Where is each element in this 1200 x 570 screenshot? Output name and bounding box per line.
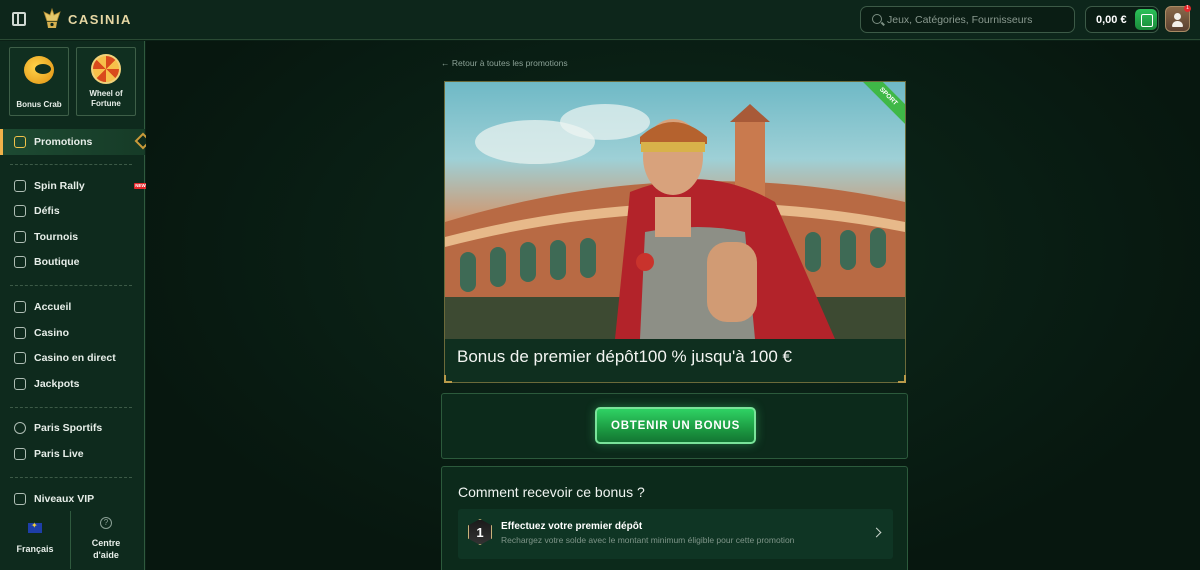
promotions-icon [14, 136, 26, 148]
divider [10, 407, 132, 408]
crown-icon [14, 493, 26, 505]
sidebar-item-label: Paris Sportifs [34, 422, 103, 434]
step-number-icon: 1 [468, 519, 492, 545]
tile-bonus-crab[interactable]: Bonus Crab [9, 47, 69, 116]
sidebar-item-label: Tournois [34, 231, 79, 243]
sidebar-item-boutique[interactable]: Boutique [14, 254, 139, 270]
gladiator-illustration [445, 104, 905, 339]
sidebar-toggle-icon[interactable] [12, 12, 26, 26]
sidebar-item-tournois[interactable]: Tournois [14, 229, 139, 245]
sidebar-item-accueil[interactable]: Accueil [14, 299, 139, 315]
sidebar-item-casino-en-direct[interactable]: Casino en direct [14, 350, 139, 366]
help-label: Centre d'aide [91, 538, 121, 560]
promo-title: Bonus de premier dépôt100 % jusqu'à 100 … [457, 347, 792, 366]
tile-wheel-of-fortune[interactable]: Wheel of Fortune [76, 47, 136, 116]
sidebar-item-label: Paris Live [34, 448, 84, 460]
language-label: Français [16, 544, 54, 554]
ball-icon [14, 422, 26, 434]
tile-label: Wheel of Fortune [89, 89, 123, 108]
sidebar-item-spin-rally[interactable]: Spin Rally NEW [14, 178, 147, 194]
corner-ornament [898, 375, 906, 383]
how-to-title: Comment recevoir ce bonus ? [458, 484, 645, 500]
how-to-card: Comment recevoir ce bonus ? 1 Effectuez … [441, 466, 908, 570]
promo-banner-image: SPORT [445, 82, 905, 339]
step-first-deposit[interactable]: 1 Effectuez votre premier dépôt Recharge… [458, 509, 893, 559]
chevron-right-icon [871, 527, 882, 538]
wallet-deposit-button[interactable] [1135, 9, 1157, 30]
divider [10, 164, 132, 165]
sidebar-item-paris-live[interactable]: Paris Live [14, 446, 139, 462]
shop-icon [14, 256, 26, 268]
sidebar-item-label: Casino en direct [34, 352, 116, 364]
notification-badge: 1 [1184, 5, 1191, 12]
sidebar-item-niveaux-vip[interactable]: Niveaux VIP [14, 491, 139, 507]
sidebar-item-label: Spin Rally [34, 180, 85, 192]
trophy-icon [14, 231, 26, 243]
step-title: Effectuez votre premier dépôt [501, 521, 643, 532]
balance-value: 0,00 € [1096, 14, 1127, 26]
brand-name[interactable]: CASINIA [68, 12, 132, 27]
casino-icon [14, 327, 26, 339]
wallet[interactable]: 0,00 € [1085, 6, 1159, 33]
back-to-promotions-link[interactable]: ← Retour à toutes les promotions [441, 58, 568, 68]
search-icon [872, 14, 882, 24]
main-content: ← Retour à toutes les promotions SPORT B… [146, 41, 1200, 570]
bell-icon [14, 205, 26, 217]
sidebar-item-label: Casino [34, 327, 70, 339]
live-casino-icon [14, 352, 26, 364]
live-bet-icon [14, 448, 26, 460]
sidebar-item-label: Jackpots [34, 378, 80, 390]
promo-banner-card: SPORT Bonus de premier dépôt100 % jusqu'… [444, 81, 906, 383]
sidebar-item-defis[interactable]: Défis [14, 203, 139, 219]
bonus-crab-icon [24, 56, 54, 84]
top-bar: CASINIA 0,00 € 1 [0, 0, 1200, 40]
divider [10, 477, 132, 478]
crown-logo-icon[interactable] [40, 7, 64, 31]
eu-flag-icon [28, 521, 42, 533]
sidebar: Bonus Crab Wheel of Fortune Promotions S… [0, 41, 152, 570]
sidebar-item-label: Niveaux VIP [34, 493, 95, 505]
sidebar-item-paris-sportifs[interactable]: Paris Sportifs [14, 420, 139, 436]
help-center-link[interactable]: ? Centre d'aide [71, 511, 141, 569]
sidebar-item-label: Défis [34, 205, 60, 217]
wheel-icon [91, 54, 121, 84]
help-icon: ? [100, 517, 112, 529]
sidebar-item-label: Promotions [34, 136, 93, 148]
divider [10, 285, 132, 286]
sidebar-item-casino[interactable]: Casino [14, 325, 139, 341]
cta-card: OBTENIR UN BONUS [441, 393, 908, 459]
home-icon [14, 301, 26, 313]
sidebar-item-jackpots[interactable]: Jackpots [14, 376, 139, 392]
sidebar-item-promotions[interactable]: Promotions [0, 129, 152, 155]
corner-ornament [444, 375, 452, 383]
tile-label: Bonus Crab [16, 100, 62, 109]
sidebar-item-label: Boutique [34, 256, 80, 268]
jackpot-icon [14, 378, 26, 390]
search-box[interactable] [860, 6, 1075, 33]
sidebar-item-label: Accueil [34, 301, 72, 313]
step-description: Rechargez votre solde avec le montant mi… [501, 535, 795, 545]
language-selector[interactable]: Français [0, 511, 70, 569]
search-input[interactable] [887, 12, 1067, 28]
get-bonus-button[interactable]: OBTENIR UN BONUS [595, 407, 756, 444]
flag-icon [14, 180, 26, 192]
